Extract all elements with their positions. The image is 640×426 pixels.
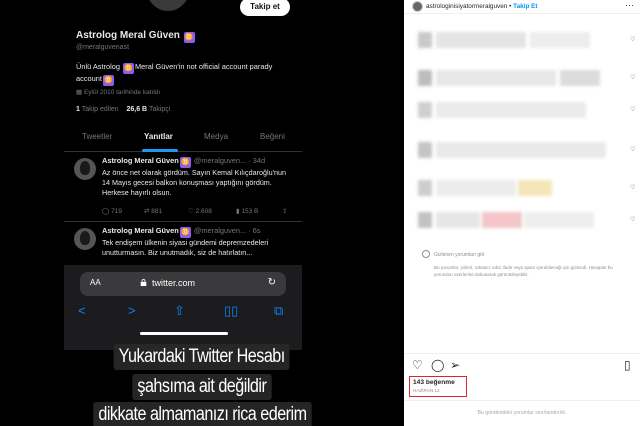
tab-likes[interactable]: Beğeni bbox=[260, 132, 285, 141]
comment-like-icon[interactable]: ♡ bbox=[630, 184, 635, 191]
comment-like-icon[interactable]: ♡ bbox=[630, 106, 635, 113]
tweet-text: Az önce net olarak gördüm. Sayın Kemal K… bbox=[102, 168, 286, 197]
comment-like-icon[interactable]: ♡ bbox=[630, 36, 635, 43]
follow-link[interactable]: Takip Et bbox=[513, 3, 537, 10]
post-header: astrologinisiyatormeralguven • Takip Et … bbox=[404, 0, 640, 14]
comments-limited-notice: Bu gönderideki yorumlar sınırlandırıldı. bbox=[477, 410, 567, 416]
lock-icon bbox=[140, 279, 147, 286]
account-avatar[interactable] bbox=[412, 1, 423, 12]
gemini-badge-icon: ♊ bbox=[183, 32, 195, 43]
retweet-action[interactable]: ⇄ 881 bbox=[144, 207, 162, 215]
calendar-icon: ▦ bbox=[76, 89, 84, 96]
profile-bio: Ünlü Astrolog ♊ Meral Güven'in not offici… bbox=[76, 62, 292, 86]
tweet-header: Astrolog Meral Güven ♊ @meralguven... · 3… bbox=[102, 156, 266, 168]
tabs-icon[interactable]: ⧉ bbox=[274, 303, 283, 319]
separator-dot: • bbox=[509, 3, 512, 10]
address-bar[interactable]: AA twitter.com ↻ bbox=[80, 272, 286, 296]
send-icon[interactable]: ➢ bbox=[450, 358, 460, 372]
likes-count[interactable]: 143 beğenme bbox=[413, 379, 455, 386]
tab-replies[interactable]: Yanıtlar bbox=[144, 132, 173, 141]
tweet-actions: ◯ 719 ⇄ 881 ♡ 2.608 ▮ 153 B ⇪ bbox=[102, 207, 292, 217]
tweet-avatar[interactable] bbox=[74, 158, 96, 180]
heart-icon: ♡ bbox=[188, 208, 194, 215]
instagram-post-panel: astrologinisiyatormeralguven • Takip Et … bbox=[404, 0, 640, 426]
follow-button[interactable]: Takip et bbox=[240, 0, 290, 16]
like-icon[interactable]: ♡ bbox=[412, 358, 423, 372]
post-user: astrologinisiyatormeralguven • Takip Et bbox=[426, 3, 538, 10]
username-link[interactable]: astrologinisiyatormeralguven bbox=[426, 3, 507, 10]
likes-highlight: 143 beğenme HAZİRAN 12 bbox=[409, 376, 467, 397]
profile-name-text: Astrolog Meral Güven bbox=[76, 30, 180, 41]
post-date: HAZİRAN 12 bbox=[413, 388, 440, 393]
views-icon: ▮ bbox=[236, 208, 240, 215]
tab-tweets[interactable]: Tweetler bbox=[82, 132, 112, 141]
reader-options-button[interactable]: AA bbox=[90, 278, 101, 287]
tweet-text: Tek endişem ülkenin siyasi gündemi depre… bbox=[102, 238, 269, 257]
profile-handle: @meralguvenast bbox=[76, 44, 130, 51]
reply-icon: ◯ bbox=[102, 208, 110, 215]
share-icon[interactable]: ⇧ bbox=[174, 303, 185, 319]
bookmarks-icon[interactable]: ▯▯ bbox=[224, 303, 238, 319]
bio-part-a: Ünlü Astrolog bbox=[76, 62, 123, 71]
following-link[interactable]: 1 Takip edilen bbox=[76, 106, 119, 113]
story-screenshot: Takip et Astrolog Meral Güven ♊ @meralgu… bbox=[0, 0, 404, 426]
profile-avatar[interactable] bbox=[144, 0, 192, 14]
gemini-badge-icon: ♊ bbox=[123, 63, 135, 74]
caption-line-2: şahsıma ait değildir bbox=[0, 374, 404, 400]
show-hidden-comments-link[interactable]: Gizlenen yorumları gör bbox=[434, 252, 485, 258]
tweet-header: Astrolog Meral Güven ♊ @meralguven... · 6… bbox=[102, 226, 261, 238]
divider bbox=[404, 353, 640, 354]
hidden-comments-note: Bu yorumlar, şiirleri, rahatsız edici if… bbox=[434, 265, 613, 277]
home-indicator bbox=[140, 332, 228, 335]
profile-tabs: Tweetler Yanıtlar Medya Beğeni bbox=[64, 122, 302, 152]
more-options-icon[interactable]: ··· bbox=[625, 0, 634, 10]
gemini-badge-icon: ♊ bbox=[102, 75, 114, 86]
caption-line-3: dikkate almamanızı rica ederim bbox=[0, 402, 404, 426]
save-icon[interactable]: ▯ bbox=[624, 358, 631, 372]
comment-like-icon[interactable]: ♡ bbox=[630, 74, 635, 81]
joined-date: ▦ Eylül 2010 tarihinde katıldı bbox=[76, 89, 161, 96]
safari-toolbar: AA twitter.com ↻ < > ⇧ ▯▯ ⧉ bbox=[64, 265, 302, 350]
forward-icon[interactable]: > bbox=[128, 303, 136, 318]
like-action[interactable]: ♡ 2.608 bbox=[188, 207, 212, 215]
tweet-item[interactable]: Astrolog Meral Güven ♊ @meralguven... · 3… bbox=[64, 152, 302, 222]
gemini-badge-icon: ♊ bbox=[179, 227, 191, 238]
share-icon[interactable]: ⇪ bbox=[282, 207, 287, 215]
caption-line-1: Yukardaki Twitter Hesabı bbox=[0, 344, 404, 370]
tweet-avatar[interactable] bbox=[74, 228, 96, 250]
divider bbox=[404, 400, 640, 401]
comment-like-icon[interactable]: ♡ bbox=[630, 146, 635, 153]
views-action[interactable]: ▮ 153 B bbox=[236, 207, 258, 215]
url-text: twitter.com bbox=[152, 278, 196, 288]
profile-name: Astrolog Meral Güven ♊ bbox=[76, 30, 196, 43]
hidden-comments-icon bbox=[422, 250, 430, 258]
tab-media[interactable]: Medya bbox=[204, 132, 228, 141]
retweet-icon: ⇄ bbox=[144, 208, 150, 215]
followers-link[interactable]: 26,6 B Takipçi bbox=[126, 106, 170, 113]
comment-like-icon[interactable]: ♡ bbox=[630, 216, 635, 223]
back-icon[interactable]: < bbox=[78, 303, 86, 318]
reload-icon[interactable]: ↻ bbox=[268, 277, 276, 288]
comment-icon[interactable]: ◯ bbox=[431, 358, 444, 372]
reply-action[interactable]: ◯ 719 bbox=[102, 207, 122, 215]
gemini-badge-icon: ♊ bbox=[179, 157, 191, 168]
follow-counts: 1 Takip edilen 26,6 B Takipçi bbox=[76, 106, 170, 113]
